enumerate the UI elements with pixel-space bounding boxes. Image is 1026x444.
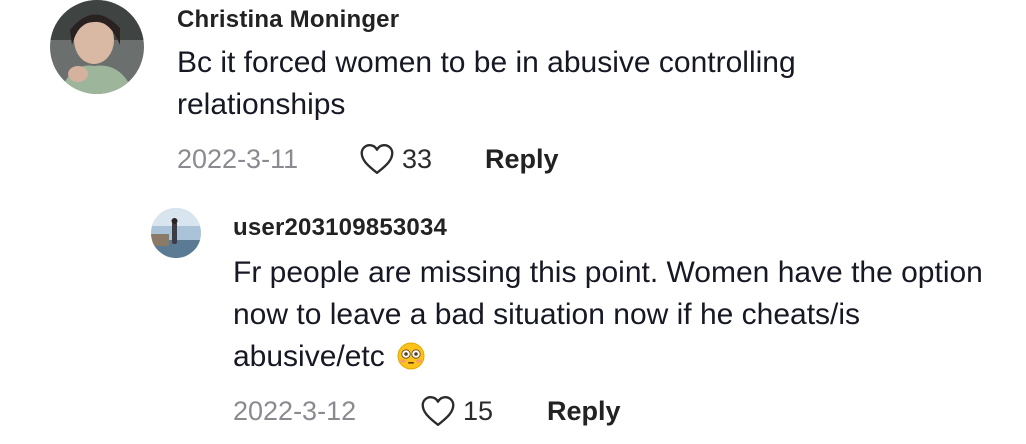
like-button[interactable]: 33 — [359, 143, 485, 175]
user-avatar-icon — [151, 208, 201, 258]
comment-username[interactable]: Christina Moninger — [177, 6, 399, 34]
comment-1: Christina Moninger Bc it forced women to… — [0, 0, 1026, 200]
flushed-face-emoji-icon — [397, 342, 425, 370]
comment-2: user203109853034 Fr people are missing t… — [0, 200, 1026, 444]
comment-text: Bc it forced women to be in abusive cont… — [177, 46, 796, 121]
reply-button[interactable]: Reply — [485, 144, 559, 175]
comment-text: Fr people are missing this point. Women … — [233, 252, 993, 378]
comment-date: 2022-3-12 — [233, 395, 357, 426]
reply-button[interactable]: Reply — [547, 396, 621, 427]
comment-meta: 2022-3-11 33 Reply — [177, 142, 559, 176]
comment-text-body: Fr people are missing this point. Women … — [233, 256, 983, 373]
like-count: 33 — [402, 143, 433, 174]
comment-username[interactable]: user203109853034 — [233, 214, 447, 242]
avatar[interactable] — [50, 0, 144, 94]
heart-icon — [360, 144, 394, 174]
heart-icon — [421, 396, 455, 426]
avatar[interactable] — [151, 208, 201, 258]
comment-meta: 2022-3-12 15 Reply — [233, 394, 621, 428]
like-count: 15 — [463, 395, 494, 426]
user-avatar-icon — [50, 0, 144, 94]
like-button[interactable]: 15 — [420, 395, 547, 427]
comment-date: 2022-3-11 — [177, 143, 299, 174]
